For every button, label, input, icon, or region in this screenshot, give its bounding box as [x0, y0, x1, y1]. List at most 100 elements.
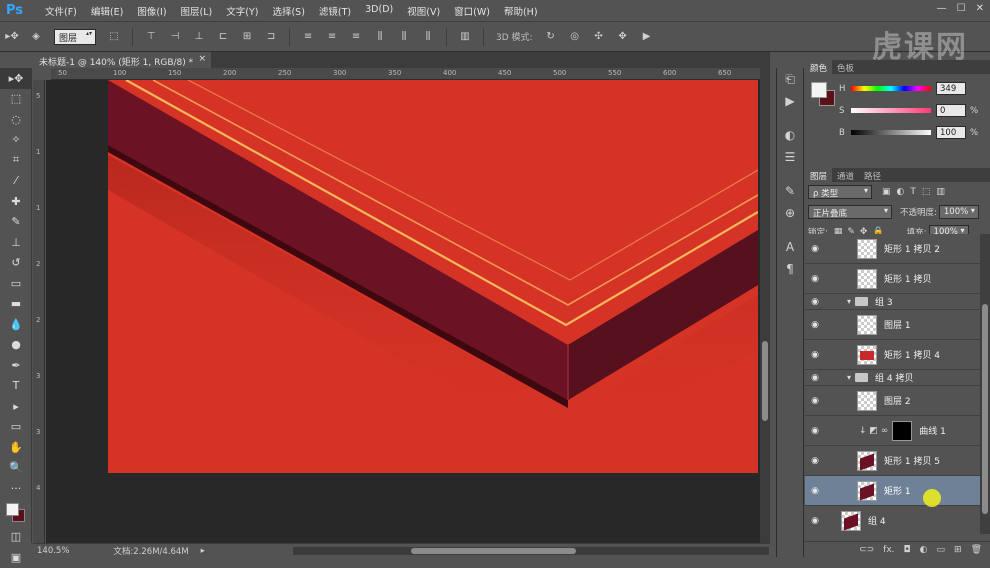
link-layers-icon[interactable]: ⊂⊃	[859, 545, 874, 555]
layer-thumbnail[interactable]	[857, 238, 877, 259]
dodge-tool-icon[interactable]: ●	[0, 335, 32, 356]
3d-rotate-icon[interactable]: ↻	[543, 30, 559, 44]
pen-tool-icon[interactable]: ✒	[0, 355, 32, 376]
align-top-icon[interactable]: ⊤	[143, 30, 159, 44]
layer-row[interactable]: ◉ 组 4	[805, 506, 980, 534]
transform-controls-icon[interactable]: ⬚	[106, 30, 122, 44]
layer-thumbnail[interactable]	[857, 268, 877, 289]
eyedropper-tool-icon[interactable]: ⁄	[0, 171, 32, 192]
document-canvas[interactable]	[108, 80, 758, 473]
layer-thumbnail[interactable]	[857, 314, 877, 335]
distribute-hcenter-icon[interactable]: ⫼	[396, 30, 412, 44]
add-mask-icon[interactable]: ◘	[904, 545, 911, 555]
hue-slider[interactable]	[851, 86, 931, 91]
clone-source-panel-icon[interactable]: ⊕	[777, 202, 803, 224]
visibility-eye-icon[interactable]: ◉	[805, 373, 825, 383]
saturation-slider[interactable]	[851, 108, 931, 113]
layer-row[interactable]: ◉ 矩形 1 拷贝	[805, 264, 980, 294]
type-tool-icon[interactable]: T	[0, 376, 32, 397]
layer-name[interactable]: 曲线 1	[919, 424, 946, 437]
layer-thumbnail[interactable]	[857, 450, 877, 471]
visibility-eye-icon[interactable]: ◉	[805, 426, 825, 436]
menu-item[interactable]: 选择(S)	[265, 4, 311, 18]
layer-name[interactable]: 组 3	[875, 295, 893, 308]
rectangle-tool-icon[interactable]: ▭	[0, 417, 32, 438]
menu-item[interactable]: 视图(V)	[400, 4, 447, 18]
crop-tool-icon[interactable]: ⌗	[0, 150, 32, 171]
status-menu-arrow-icon[interactable]: ▸	[201, 546, 205, 556]
close-window-button[interactable]: ✕	[976, 3, 984, 14]
ruler-horizontal[interactable]: 50 100 150 200 250 300 350 400 450 500 550 600 650	[51, 68, 760, 80]
adjustments-panel-icon[interactable]: ◐	[777, 124, 803, 146]
auto-align-icon[interactable]: ▥	[457, 30, 473, 44]
screen-mode-icon[interactable]: ▣	[0, 547, 32, 568]
horizontal-scrollbar[interactable]	[293, 547, 769, 555]
tab-layers[interactable]: 图层	[805, 168, 833, 182]
brightness-value[interactable]: 100	[936, 126, 966, 139]
eraser-tool-icon[interactable]: ▭	[0, 273, 32, 294]
layer-style-icon[interactable]: fx.	[883, 545, 894, 555]
layer-name[interactable]: 矩形 1 拷贝 4	[884, 348, 940, 361]
zoom-tool-icon[interactable]: 🔍	[0, 458, 32, 479]
layers-scrollbar[interactable]	[980, 234, 990, 534]
close-tab-icon[interactable]: ×	[198, 54, 206, 64]
clone-stamp-tool-icon[interactable]: ⊥	[0, 232, 32, 253]
maximize-button[interactable]: ☐	[957, 3, 966, 14]
visibility-eye-icon[interactable]: ◉	[805, 320, 825, 330]
menu-item[interactable]: 编辑(E)	[84, 4, 130, 18]
menu-item[interactable]: 图像(I)	[130, 4, 173, 18]
layer-row[interactable]: ◉ 矩形 1 拷贝 2	[805, 234, 980, 264]
history-panel-icon[interactable]: ⎗	[777, 68, 803, 90]
layer-name[interactable]: 图层 2	[884, 394, 911, 407]
vertical-scroll-thumb[interactable]	[762, 341, 768, 421]
distribute-right-icon[interactable]: ⫼	[420, 30, 436, 44]
visibility-eye-icon[interactable]: ◉	[805, 297, 825, 307]
character-panel-icon[interactable]: A	[777, 236, 803, 258]
layer-row[interactable]: ◉ ▾ 组 4 拷贝	[805, 370, 980, 386]
distribute-vcenter-icon[interactable]: ≡	[324, 30, 340, 44]
distribute-top-icon[interactable]: ≡	[300, 30, 316, 44]
ruler-vertical[interactable]: 5 1 1 2 2 3 3 4	[33, 80, 45, 543]
menu-item[interactable]: 文件(F)	[38, 4, 84, 18]
layer-row[interactable]: ◉ 矩形 1 拷贝 5	[805, 446, 980, 476]
tab-swatches[interactable]: 色板	[832, 60, 859, 74]
layer-row[interactable]: ◉ 矩形 1	[805, 476, 980, 506]
menu-item[interactable]: 3D(D)	[358, 4, 400, 18]
path-selection-tool-icon[interactable]: ▸	[0, 396, 32, 417]
distribute-bottom-icon[interactable]: ≡	[348, 30, 364, 44]
align-hcenter-icon[interactable]: ⊞	[239, 30, 255, 44]
healing-brush-tool-icon[interactable]: ✚	[0, 191, 32, 212]
align-vcenter-icon[interactable]: ⊣	[167, 30, 183, 44]
saturation-value[interactable]: 0	[936, 104, 966, 117]
visibility-eye-icon[interactable]: ◉	[805, 456, 825, 466]
align-right-icon[interactable]: ⊐	[263, 30, 279, 44]
menu-item[interactable]: 帮助(H)	[497, 4, 545, 18]
visibility-eye-icon[interactable]: ◉	[805, 274, 825, 284]
align-left-icon[interactable]: ⊏	[215, 30, 231, 44]
layer-filter-dropdown[interactable]: ρ 类型	[808, 185, 872, 199]
layer-mask-thumbnail[interactable]	[892, 420, 913, 441]
lasso-tool-icon[interactable]: ◌	[0, 109, 32, 130]
layers-scroll-thumb[interactable]	[982, 304, 988, 514]
paragraph-panel-icon[interactable]: ¶	[777, 258, 803, 280]
quick-mask-icon[interactable]: ◫	[0, 527, 32, 548]
layer-name[interactable]: 矩形 1 拷贝 5	[884, 454, 940, 467]
document-tab[interactable]: 未标题-1 @ 140% (矩形 1, RGB/8) * ×	[33, 52, 211, 68]
align-bottom-icon[interactable]: ⊥	[191, 30, 207, 44]
visibility-eye-icon[interactable]: ◉	[805, 486, 825, 496]
layer-row[interactable]: ◉ 图层 1	[805, 310, 980, 340]
auto-select-dropdown[interactable]: 图层	[54, 28, 97, 45]
3d-roll-icon[interactable]: ◎	[567, 30, 583, 44]
brush-panel-icon[interactable]: ✎	[777, 180, 803, 202]
layer-row[interactable]: ◉ 矩形 1 拷贝 4	[805, 340, 980, 370]
magic-wand-tool-icon[interactable]: ✧	[0, 130, 32, 151]
move-tool-preset-icon[interactable]: ▸✥	[4, 30, 20, 44]
menu-item[interactable]: 窗口(W)	[447, 4, 497, 18]
marquee-tool-icon[interactable]: ⬚	[0, 89, 32, 110]
brightness-slider[interactable]	[851, 130, 931, 135]
visibility-eye-icon[interactable]: ◉	[805, 244, 825, 254]
3d-drag-icon[interactable]: ✣	[591, 30, 607, 44]
layer-thumbnail[interactable]	[841, 510, 861, 531]
properties-panel-icon[interactable]: ☰	[777, 146, 803, 168]
layer-name[interactable]: 矩形 1 拷贝 2	[884, 242, 940, 255]
